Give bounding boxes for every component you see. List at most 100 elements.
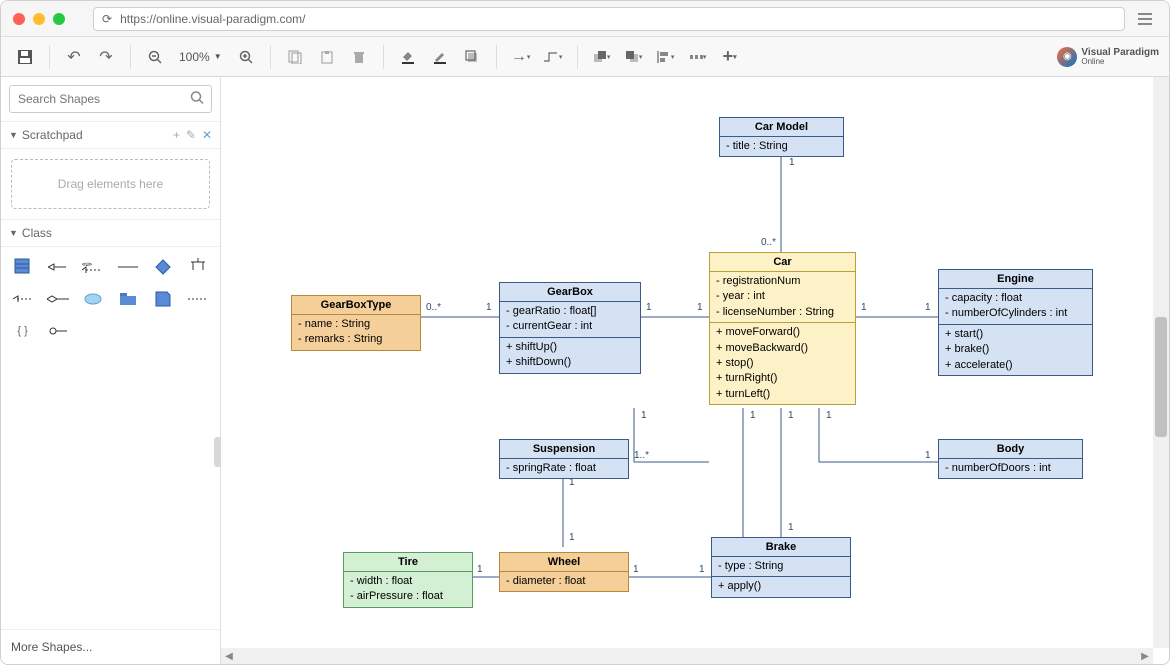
class-op: + moveForward() — [716, 325, 849, 340]
scratchpad-drop-zone[interactable]: Drag elements here — [11, 159, 210, 209]
menu-button[interactable] — [1133, 7, 1157, 31]
url-text: https://online.visual-paradigm.com/ — [120, 12, 305, 26]
close-window-button[interactable] — [13, 13, 25, 25]
component-shape[interactable] — [79, 287, 106, 311]
class-title: Brake — [712, 538, 850, 557]
zoom-in-button[interactable] — [232, 43, 260, 71]
lollipop-shape[interactable] — [44, 319, 71, 343]
more-shapes-button[interactable]: More Shapes... — [1, 629, 220, 664]
uml-class-brake[interactable]: Brake - type : String + apply() — [711, 537, 851, 598]
window-controls — [13, 13, 65, 25]
class-op: + start() — [945, 327, 1086, 342]
shadow-button[interactable] — [458, 43, 486, 71]
uml-class-wheel[interactable]: Wheel - diameter : float — [499, 552, 629, 592]
class-attr: - diameter : float — [506, 574, 622, 589]
redo-button[interactable]: ↷ — [92, 43, 120, 71]
search-input[interactable] — [9, 85, 212, 113]
fill-color-button[interactable] — [394, 43, 422, 71]
uml-class-car-model[interactable]: Car Model - title : String — [719, 117, 844, 157]
class-attr: - springRate : float — [506, 461, 622, 476]
class-title: GearBoxType — [292, 296, 420, 315]
line-color-button[interactable] — [426, 43, 454, 71]
class-title: Suspension — [500, 440, 628, 459]
paste-button[interactable] — [313, 43, 341, 71]
uml-class-tire[interactable]: Tire - width : float - airPressure : flo… — [343, 552, 473, 608]
shape-palette: «u» { } — [1, 247, 220, 351]
class-op: + apply() — [718, 579, 844, 594]
pencil-icon[interactable]: ✎ — [186, 128, 196, 142]
class-attr: - numberOfDoors : int — [945, 461, 1076, 476]
scroll-right-icon[interactable]: ▶ — [1137, 651, 1153, 662]
distribute-button[interactable]: ▾ — [684, 43, 712, 71]
class-attr: - registrationNum — [716, 274, 849, 289]
constraint-shape[interactable]: { } — [9, 319, 36, 343]
class-attr: - title : String — [726, 139, 837, 154]
scratchpad-panel-header[interactable]: ▼ Scratchpad + ✎ ✕ — [1, 121, 220, 149]
class-attr: - width : float — [350, 574, 466, 589]
class-shape[interactable] — [9, 255, 36, 279]
package-shape[interactable] — [114, 287, 141, 311]
generalization-shape[interactable] — [44, 255, 71, 279]
canvas[interactable]: Car Model - title : String 1 0..* Car - … — [221, 77, 1169, 664]
anchor-shape[interactable] — [185, 287, 212, 311]
zoom-out-button[interactable] — [141, 43, 169, 71]
uml-class-gearboxtype[interactable]: GearBoxType - name : String - remarks : … — [291, 295, 421, 351]
vertical-scrollbar[interactable] — [1153, 77, 1169, 648]
realization-shape[interactable] — [185, 255, 212, 279]
association-shape[interactable] — [114, 255, 141, 279]
undo-button[interactable]: ↶ — [60, 43, 88, 71]
plus-icon[interactable]: + — [173, 128, 180, 142]
app-window: ⟳ https://online.visual-paradigm.com/ ↶ … — [0, 0, 1170, 665]
class-op: + shiftUp() — [506, 340, 634, 355]
multiplicity: 1 — [486, 302, 492, 313]
class-attr: - remarks : String — [298, 332, 414, 347]
scrollbar-thumb[interactable] — [1155, 317, 1167, 437]
scroll-left-icon[interactable]: ◀ — [221, 651, 237, 662]
class-title: Car — [710, 253, 855, 272]
uml-class-gearbox[interactable]: GearBox - gearRatio : float[] - currentG… — [499, 282, 641, 374]
reload-icon[interactable]: ⟳ — [102, 12, 112, 26]
search-icon[interactable] — [190, 91, 204, 108]
save-button[interactable] — [11, 43, 39, 71]
copy-button[interactable] — [281, 43, 309, 71]
dependency-shape[interactable] — [9, 287, 36, 311]
multiplicity: 1 — [646, 302, 652, 313]
multiplicity: 1 — [697, 302, 703, 313]
multiplicity: 1 — [789, 157, 795, 168]
waypoint-button[interactable]: ▾ — [539, 43, 567, 71]
class-panel-header[interactable]: ▼ Class — [1, 219, 220, 247]
note-shape[interactable] — [150, 287, 177, 311]
uml-class-car[interactable]: Car - registrationNum - year : int - lic… — [709, 252, 856, 405]
usage-shape[interactable]: «u» — [79, 255, 106, 279]
sidebar: ▼ Scratchpad + ✎ ✕ Drag elements here ▼ … — [1, 77, 221, 664]
uml-class-body[interactable]: Body - numberOfDoors : int — [938, 439, 1083, 479]
uml-class-suspension[interactable]: Suspension - springRate : float — [499, 439, 629, 479]
brand-logo: ◉ Visual ParadigmOnline — [1057, 47, 1159, 67]
class-title: Tire — [344, 553, 472, 572]
class-attr: - licenseNumber : String — [716, 305, 849, 320]
zoom-level[interactable]: 100% ▼ — [173, 50, 228, 64]
multiplicity: 1 — [569, 532, 575, 543]
to-front-button[interactable]: ▾ — [588, 43, 616, 71]
titlebar: ⟳ https://online.visual-paradigm.com/ — [1, 1, 1169, 37]
delete-button[interactable] — [345, 43, 373, 71]
interface-shape[interactable] — [150, 255, 177, 279]
connector-button[interactable]: → ▾ — [507, 43, 535, 71]
minimize-window-button[interactable] — [33, 13, 45, 25]
to-back-button[interactable]: ▾ — [620, 43, 648, 71]
multiplicity: 0..* — [761, 237, 776, 248]
class-op: + shiftDown() — [506, 355, 634, 370]
uml-class-engine[interactable]: Engine - capacity : float - numberOfCyli… — [938, 269, 1093, 376]
add-button[interactable]: + ▾ — [716, 43, 744, 71]
address-bar[interactable]: ⟳ https://online.visual-paradigm.com/ — [93, 7, 1125, 31]
maximize-window-button[interactable] — [53, 13, 65, 25]
horizontal-scrollbar[interactable]: ◀ ▶ — [221, 648, 1153, 664]
close-icon[interactable]: ✕ — [202, 128, 212, 142]
class-title: GearBox — [500, 283, 640, 302]
class-op: + moveBackward() — [716, 341, 849, 356]
chevron-down-icon: ▼ — [214, 52, 222, 61]
class-op: + accelerate() — [945, 358, 1086, 373]
aggregation-shape[interactable] — [44, 287, 71, 311]
multiplicity: 1..* — [634, 450, 649, 461]
align-button[interactable]: ▾ — [652, 43, 680, 71]
